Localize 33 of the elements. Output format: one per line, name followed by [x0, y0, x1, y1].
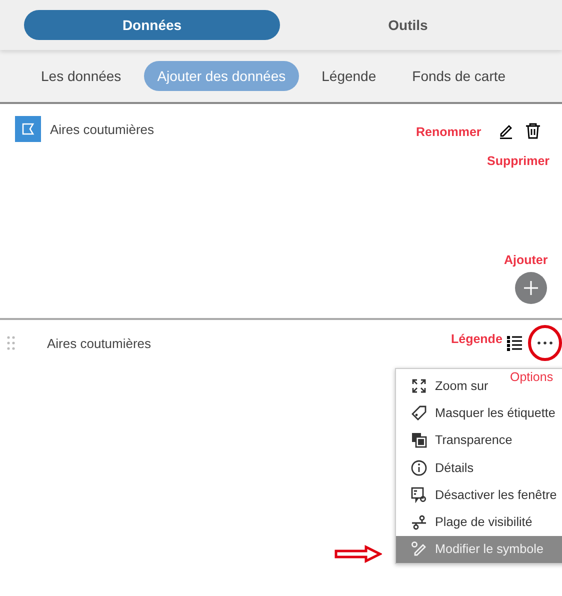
drag-handle-icon[interactable] — [7, 336, 15, 350]
arrow-icon — [334, 545, 382, 563]
plus-icon — [522, 279, 540, 297]
menu-item[interactable]: Transparence — [396, 426, 516, 454]
tag-icon — [411, 404, 427, 421]
layer-name: Aires coutumières — [50, 122, 154, 136]
layer-name: Aires coutumières — [47, 336, 152, 350]
pencil-icon — [411, 541, 427, 558]
main-tab[interactable]: Outils — [280, 10, 536, 40]
annotation-label: Ajouter — [504, 253, 548, 267]
annotation-label: Options — [510, 370, 554, 384]
add-button[interactable] — [515, 272, 547, 304]
trash-icon[interactable] — [523, 121, 543, 141]
expand-icon — [411, 378, 427, 394]
info-icon — [411, 460, 427, 476]
annotation-label: Légende — [451, 332, 502, 346]
highlight-circle — [527, 324, 562, 362]
legend-list-icon[interactable] — [505, 334, 523, 352]
main-tab[interactable]: Données — [24, 10, 280, 40]
sub-tab[interactable]: Fonds de carte — [399, 61, 519, 91]
menu-item[interactable]: Masquer les étiquette — [396, 399, 560, 427]
sub-tab[interactable]: Légende — [308, 61, 390, 91]
menu-item[interactable]: Zoom sur — [396, 372, 492, 400]
menu-item[interactable]: Plage de visibilité — [396, 508, 536, 536]
popup-settings-icon — [411, 486, 427, 503]
annotation-label: Renommer — [416, 125, 482, 139]
sub-tab[interactable]: Les données — [28, 61, 134, 91]
annotation-label: Supprimer — [487, 154, 550, 168]
range-icon — [411, 514, 427, 530]
layers-icon — [411, 432, 427, 448]
menu-item[interactable]: Désactiver les fenêtre — [396, 481, 561, 508]
menu-item[interactable]: Détails — [396, 454, 478, 482]
polygon-icon — [15, 116, 41, 142]
